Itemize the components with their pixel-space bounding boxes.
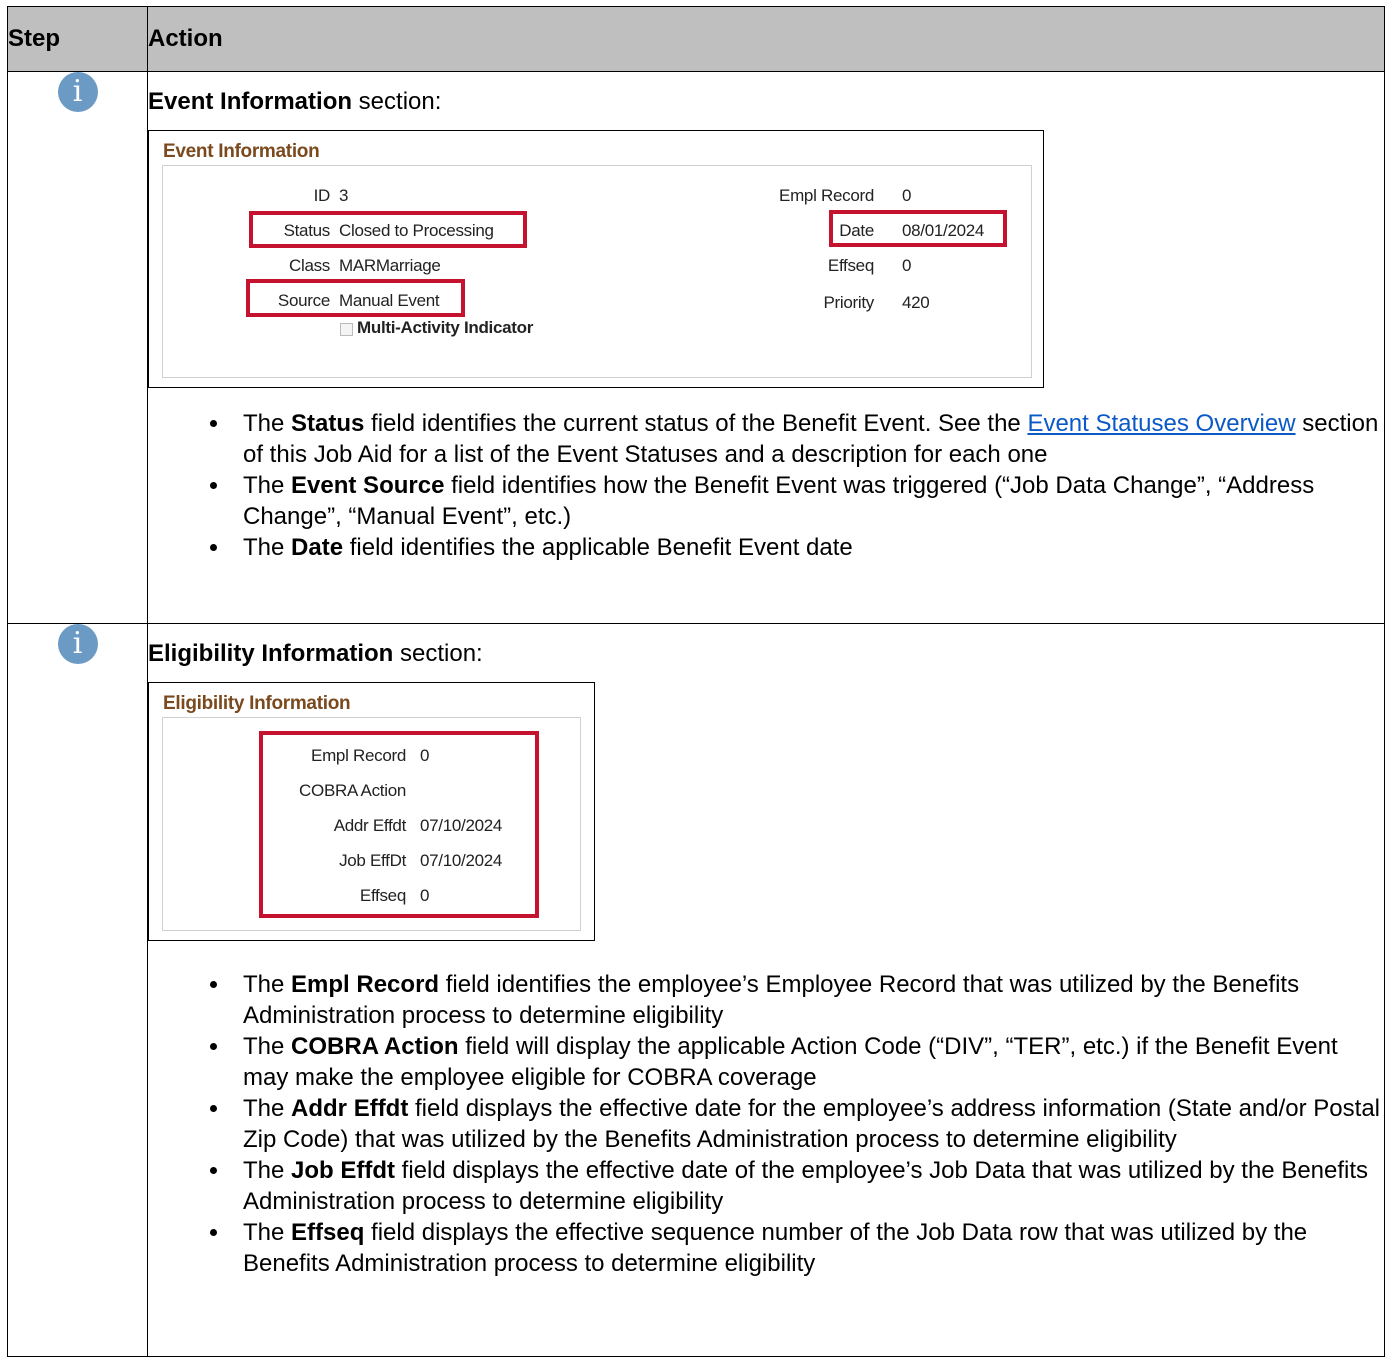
- eligibility-bullet-list: The Empl Record field identifies the emp…: [148, 969, 1384, 1279]
- step-column-header: Step: [7, 6, 148, 72]
- list-item: The Status field identifies the current …: [231, 408, 1384, 470]
- eligibility-information-screenshot: Eligibility Information Empl Record 0 CO…: [148, 682, 595, 941]
- priority-value: 420: [902, 293, 930, 312]
- action-cell: Event Information section: Event Informa…: [147, 71, 1385, 624]
- effseq-value: 0: [902, 256, 912, 275]
- job-aid-table: Step Action i Event Information section:…: [7, 6, 1385, 1357]
- cobra-action-label: COBRA Action: [299, 781, 406, 800]
- panel-title: Eligibility Information: [163, 693, 351, 714]
- event-statuses-overview-link[interactable]: Event Statuses Overview: [1027, 410, 1295, 437]
- section-heading-bold: Event Information: [148, 88, 353, 115]
- table-row-eligibility-information: i Eligibility Information section: Eligi…: [7, 623, 1385, 1357]
- section-heading: Event Information section:: [148, 88, 1384, 116]
- section-heading-rest: section:: [352, 88, 442, 115]
- empl-record-label: Empl Record: [779, 186, 874, 205]
- list-item: The Event Source field identifies how th…: [231, 470, 1384, 532]
- empl-record-value: 0: [420, 746, 430, 765]
- action-cell: Eligibility Information section: Eligibi…: [147, 623, 1385, 1357]
- step-cell: i: [7, 71, 148, 624]
- class-value: MARMarriage: [339, 256, 441, 275]
- action-column-header: Action: [147, 6, 1385, 72]
- panel-title: Event Information: [163, 141, 320, 162]
- date-highlight: [829, 210, 1007, 247]
- list-item: The Job Effdt field displays the effecti…: [231, 1155, 1384, 1217]
- multi-activity-checkbox[interactable]: [340, 323, 353, 336]
- list-item: The Empl Record field identifies the emp…: [231, 969, 1384, 1031]
- section-heading-bold: Eligibility Information: [148, 640, 394, 667]
- info-icon: i: [57, 624, 98, 664]
- list-item: The Addr Effdt field displays the effect…: [231, 1093, 1384, 1155]
- class-label: Class: [288, 256, 330, 275]
- event-information-screenshot: Event Information ID 3 Status Closed to …: [148, 130, 1044, 388]
- step-cell: i: [7, 623, 148, 1357]
- job-effdt-value: 07/10/2024: [420, 851, 503, 870]
- section-heading: Eligibility Information section:: [148, 640, 1384, 668]
- job-effdt-label: Job EffDt: [339, 851, 406, 870]
- empl-record-value: 0: [902, 186, 912, 205]
- addr-effdt-value: 07/10/2024: [420, 816, 503, 835]
- effseq-value: 0: [420, 886, 430, 905]
- effseq-label: Effseq: [359, 886, 406, 905]
- empl-record-label: Empl Record: [311, 746, 406, 765]
- status-highlight: [249, 211, 527, 248]
- table-header-row: Step Action: [7, 6, 1385, 72]
- list-item: The COBRA Action field will display the …: [231, 1031, 1384, 1093]
- table-row-event-information: i Event Information section: Event Infor…: [7, 71, 1385, 624]
- effseq-label: Effseq: [827, 256, 874, 275]
- event-bullet-list: The Status field identifies the current …: [148, 408, 1384, 563]
- info-icon: i: [57, 72, 98, 112]
- source-highlight: [246, 279, 465, 317]
- id-value: 3: [339, 186, 349, 205]
- id-label: ID: [313, 186, 331, 205]
- section-heading-rest: section:: [393, 640, 483, 667]
- priority-label: Priority: [823, 293, 875, 312]
- addr-effdt-label: Addr Effdt: [333, 816, 407, 835]
- list-item: The Effseq field displays the effective …: [231, 1217, 1384, 1279]
- multi-activity-label: Multi-Activity Indicator: [357, 318, 534, 337]
- list-item: The Date field identifies the applicable…: [231, 532, 1384, 563]
